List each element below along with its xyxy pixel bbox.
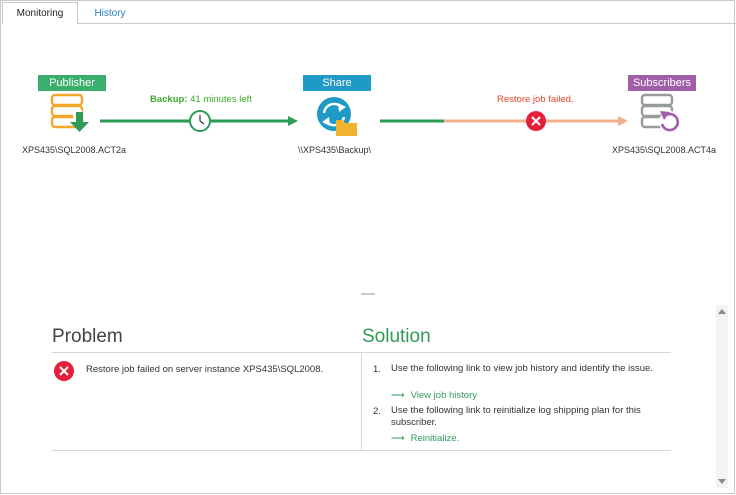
tab-monitoring[interactable]: Monitoring [2, 2, 78, 24]
reinitialize-label: Reinitialize. [410, 433, 460, 444]
restore-status: Restore job failed. [497, 94, 574, 105]
splitter-grip[interactable] [361, 293, 375, 295]
scroll-up-icon[interactable] [718, 309, 726, 314]
flow-diagram [50, 93, 681, 136]
tab-history[interactable]: History [84, 4, 136, 24]
problem-heading: Problem [52, 326, 123, 347]
step-number: 1. [373, 364, 381, 375]
reinitialize-link[interactable]: ⟶ Reinitialize. [391, 433, 459, 444]
share-caption: \\XPS435\Backup\ [298, 145, 372, 155]
tab-bar: Monitoring History [0, 0, 736, 24]
step-number: 2. [373, 406, 381, 417]
footer-divider [52, 450, 671, 451]
backup-status-text: 41 minutes left [190, 94, 252, 105]
column-divider [361, 352, 362, 450]
error-icon [526, 111, 546, 131]
clock-icon [189, 110, 211, 132]
backup-status: Backup: 41 minutes left [150, 94, 252, 105]
problem-description: Restore job failed on server instance XP… [86, 364, 324, 375]
arrow-right-icon: ⟶ [391, 433, 405, 444]
share-label: Share [303, 75, 371, 91]
error-icon [54, 361, 74, 381]
publisher-label: Publisher [38, 75, 106, 91]
scroll-down-icon[interactable] [718, 479, 726, 484]
view-job-history-label: View job history [410, 390, 477, 401]
backup-status-prefix: Backup: [150, 94, 188, 105]
arrow-right-icon: ⟶ [391, 390, 405, 401]
subscribers-label: Subscribers [628, 75, 696, 91]
tab-divider [78, 23, 736, 24]
subscribers-caption: XPS435\SQL2008.ACT4a [612, 145, 717, 155]
database-refresh-icon [640, 93, 681, 133]
step-text: Use the following link to reinitialize l… [391, 405, 641, 428]
vertical-scrollbar[interactable] [716, 305, 728, 488]
step-text: Use the following link to view job histo… [391, 363, 653, 374]
database-export-icon [50, 93, 89, 132]
solution-heading: Solution [362, 326, 431, 347]
publisher-caption: XPS435\SQL2008.ACT2a [22, 145, 127, 155]
view-job-history-link[interactable]: ⟶ View job history [391, 390, 477, 401]
